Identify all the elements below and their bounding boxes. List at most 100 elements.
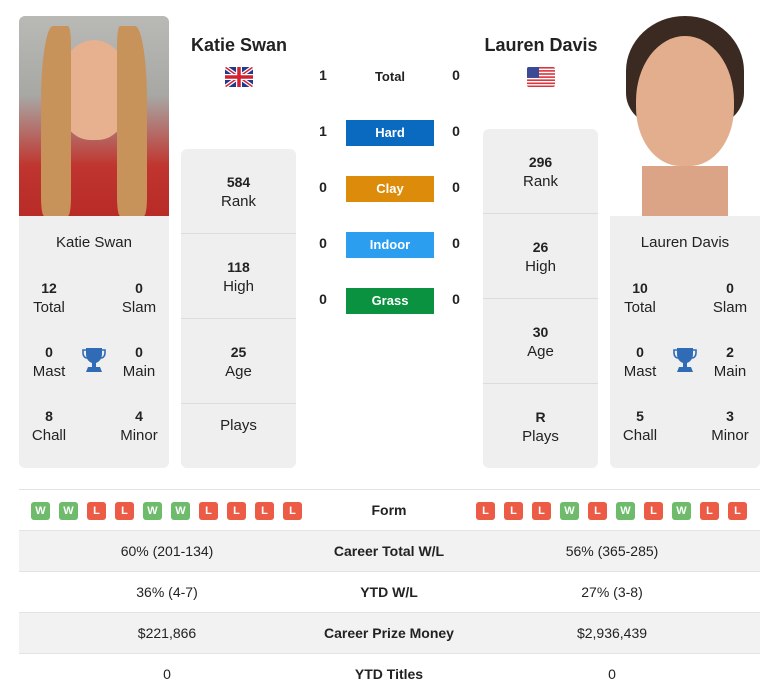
- us-flag-icon: [527, 67, 555, 87]
- stat-value: 0: [45, 344, 53, 360]
- stat-label: Rank: [220, 193, 257, 210]
- hair-shape: [117, 26, 147, 216]
- h2h-indoor-right: 0: [452, 235, 460, 251]
- h2h-total-right: 0: [452, 67, 460, 83]
- form-loss-badge: L: [255, 502, 274, 520]
- form-row: WWLLWWLLLL Form LLLWLWLWLL: [19, 489, 760, 529]
- player-right-heading[interactable]: Lauren Davis: [466, 35, 616, 56]
- h2h-hard-right: 0: [452, 123, 460, 139]
- stat-value: 30: [532, 324, 549, 340]
- trophy-icon: [82, 348, 106, 372]
- surface-indoor-button[interactable]: Indoor: [346, 232, 434, 258]
- player-right-titles-card: Lauren Davis 10 Total 0 Slam 0 Mast 2 Ma…: [610, 216, 760, 468]
- stat-label: Age: [225, 363, 252, 380]
- stat-value: 3: [726, 408, 734, 424]
- stat-rank: 584 Rank: [181, 149, 296, 234]
- stat-main: 2 Main: [700, 342, 760, 382]
- stat-value: 584: [226, 174, 251, 190]
- row-left-value: 0: [163, 666, 171, 682]
- stat-label: Total: [33, 299, 65, 316]
- form-win-badge: W: [143, 502, 162, 520]
- stat-plays: Plays: [181, 404, 296, 468]
- player-right-stats-column: 296 Rank 26 High 30 Age R Plays: [483, 129, 598, 468]
- stat-minor: 3 Minor: [700, 406, 760, 446]
- form-loss-badge: L: [199, 502, 218, 520]
- form-loss-badge: L: [532, 502, 551, 520]
- h2h-indoor-left: 0: [319, 235, 327, 251]
- row-label: YTD Titles: [354, 666, 424, 682]
- stat-value: 26: [532, 239, 549, 255]
- form-loss-badge: L: [728, 502, 747, 520]
- stat-label: Chall: [31, 427, 67, 444]
- stat-minor: 4 Minor: [109, 406, 169, 446]
- form-loss-badge: L: [227, 502, 246, 520]
- table-row: 36% (4-7) YTD W/L 27% (3-8): [19, 571, 760, 612]
- stat-value: 0: [135, 344, 143, 360]
- uk-flag-icon: [225, 67, 253, 87]
- h2h-grass-right: 0: [452, 291, 460, 307]
- stat-value: 296: [528, 154, 553, 170]
- player-left-name: Katie Swan: [56, 234, 132, 251]
- stat-value: R: [535, 409, 546, 425]
- stat-label: Plays: [522, 428, 559, 445]
- player-left-stats-column: 584 Rank 118 High 25 Age Plays: [181, 149, 296, 468]
- player-right-photo: [610, 16, 760, 216]
- stat-value: 0: [636, 344, 644, 360]
- form-win-badge: W: [616, 502, 635, 520]
- form-loss-badge: L: [700, 502, 719, 520]
- form-loss-badge: L: [644, 502, 663, 520]
- player-left-photo: [19, 16, 169, 216]
- h2h-total-label: Total: [374, 69, 406, 84]
- surface-grass-button[interactable]: Grass: [346, 288, 434, 314]
- form-win-badge: W: [171, 502, 190, 520]
- table-row: $221,866 Career Prize Money $2,936,439: [19, 612, 760, 653]
- stat-value: 118: [227, 259, 250, 275]
- stat-rank: 296 Rank: [483, 129, 598, 214]
- face-shape: [636, 36, 734, 166]
- player-right-name: Lauren Davis: [640, 234, 730, 251]
- row-label: Career Prize Money: [324, 625, 454, 641]
- stat-mast: 0 Mast: [610, 342, 670, 382]
- stat-slam: 0 Slam: [109, 278, 169, 318]
- surface-hard-button[interactable]: Hard: [346, 120, 434, 146]
- row-right-value: 56% (365-285): [565, 543, 659, 559]
- neck-shape: [642, 166, 728, 216]
- hair-shape: [41, 26, 71, 216]
- stat-value: 5: [636, 408, 644, 424]
- stat-label: Chall: [622, 427, 658, 444]
- surface-clay-button[interactable]: Clay: [346, 176, 434, 202]
- stat-label: Main: [122, 363, 156, 380]
- stat-value: 8: [45, 408, 53, 424]
- row-left-value: 60% (201-134): [120, 543, 214, 559]
- stat-slam: 0 Slam: [700, 278, 760, 318]
- h2h-grass-left: 0: [319, 291, 327, 307]
- stat-value: 2: [726, 344, 734, 360]
- trophy-icon: [673, 348, 697, 372]
- stat-value: 12: [41, 280, 57, 296]
- player-left-titles-card: Katie Swan 12 Total 0 Slam 0 Mast 0 Main…: [19, 216, 169, 468]
- stat-plays: R Plays: [483, 384, 598, 468]
- row-right-value: $2,936,439: [576, 625, 648, 641]
- stat-label: Mast: [623, 363, 657, 380]
- stat-label: High: [525, 258, 556, 275]
- h2h-total-left: 1: [319, 67, 327, 83]
- stat-label: Slam: [121, 299, 157, 316]
- form-win-badge: W: [672, 502, 691, 520]
- stat-chall: 8 Chall: [19, 406, 79, 446]
- form-loss-badge: L: [87, 502, 106, 520]
- player-left-heading[interactable]: Katie Swan: [164, 35, 314, 56]
- stat-value: 10: [632, 280, 648, 296]
- stat-label: Minor: [711, 427, 749, 444]
- stat-label: Minor: [120, 427, 158, 444]
- stat-label: Age: [527, 343, 554, 360]
- stat-chall: 5 Chall: [610, 406, 670, 446]
- stat-main: 0 Main: [109, 342, 169, 382]
- row-right-value: 0: [608, 666, 616, 682]
- stat-value: 25: [230, 344, 247, 360]
- form-loss-badge: L: [476, 502, 495, 520]
- row-right-value: 27% (3-8): [581, 584, 643, 600]
- table-row: 60% (201-134) Career Total W/L 56% (365-…: [19, 530, 760, 571]
- stat-label: Mast: [32, 363, 66, 380]
- form-label: Form: [371, 502, 407, 518]
- stat-age: 30 Age: [483, 299, 598, 384]
